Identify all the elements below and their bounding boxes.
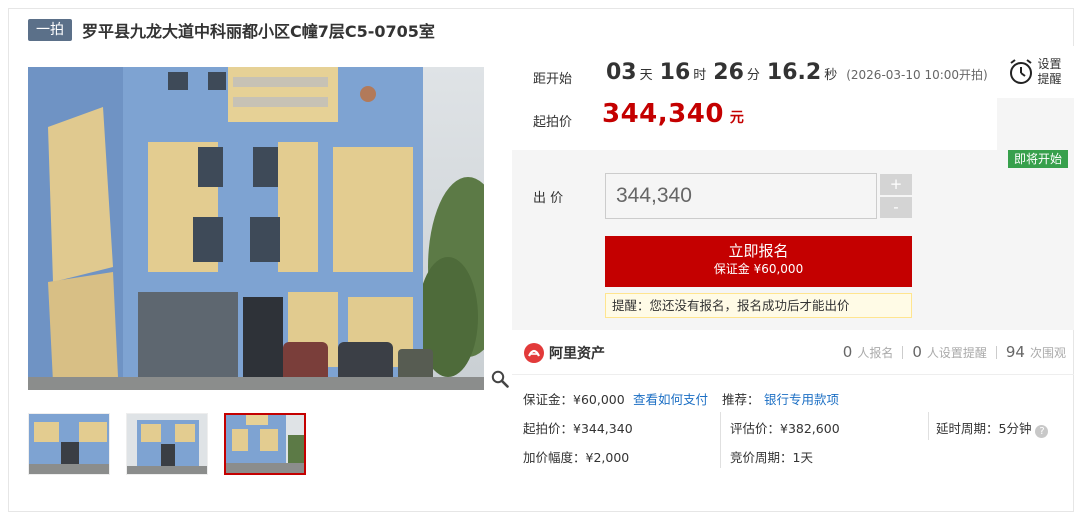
- thumbnail-1-image: [29, 414, 109, 474]
- countdown-label: 距开始: [533, 72, 573, 87]
- start-time-note: (2026-03-10 10:00开拍): [846, 68, 988, 82]
- how-to-pay-link[interactable]: 查看如何支付: [633, 389, 708, 408]
- extension-period-info: 延时周期：5分钟?: [936, 418, 1049, 438]
- appraisal-price-info: 评估价：¥382,600: [730, 421, 840, 436]
- thumbnail-2-image: [127, 414, 207, 474]
- status-badge: 即将开始: [1008, 150, 1069, 168]
- signup-count-label: 人报名: [857, 346, 894, 360]
- countdown-timer: 03 天 16 时 26 分 16.2 秒 (2026-03-10 10:00开…: [606, 60, 988, 85]
- signup-button-label: 立即报名: [728, 242, 789, 260]
- page-title: 罗平县九龙大道中科丽都小区C幢7层C5-0705室: [82, 22, 435, 41]
- building-photo: [28, 67, 484, 390]
- question-icon[interactable]: ?: [1035, 425, 1049, 438]
- detail-divider: [928, 412, 929, 440]
- magnifier-icon[interactable]: [491, 370, 509, 388]
- platform-row: 阿里资产 0 人报名 0 人设置提醒 94 次围观: [512, 333, 1074, 375]
- title-bar: 一拍 罗平县九龙大道中科丽都小区C幢7层C5-0705室: [28, 18, 435, 42]
- thumbnail-3-selected[interactable]: [224, 413, 306, 475]
- bid-amount-input[interactable]: 344,340: [605, 173, 877, 219]
- platform-logo[interactable]: 阿里资产: [524, 343, 605, 363]
- signup-count: 0: [842, 343, 853, 361]
- reminder-count: 0: [912, 343, 922, 361]
- extension-period-text: 延时周期：5分钟: [936, 421, 1032, 436]
- bid-period-info: 竞价周期：1天: [730, 450, 813, 465]
- countdown-seconds-unit: 秒: [824, 68, 838, 83]
- starting-price-label: 起拍价: [533, 115, 573, 130]
- increment-info: 加价幅度：¥2,000: [523, 450, 630, 465]
- detail-divider: [720, 412, 721, 468]
- reminder-label-line2: 提醒: [1037, 72, 1062, 86]
- signup-button[interactable]: 立即报名 保证金 ¥60,000: [605, 236, 912, 287]
- reminder-label-line1: 设置: [1037, 57, 1062, 71]
- round-badge: 一拍: [28, 19, 72, 41]
- start-price-info: 起拍价：¥344,340: [523, 421, 633, 436]
- countdown-minutes: 26: [713, 60, 744, 85]
- stat-divider: [902, 345, 904, 359]
- bid-label: 出 价: [533, 191, 564, 206]
- auction-stats: 0 人报名 0 人设置提醒 94 次围观: [843, 343, 1066, 361]
- thumbnail-1[interactable]: [28, 413, 110, 475]
- countdown-hours-unit: 时: [693, 68, 707, 83]
- deposit-info: 保证金：¥60,000: [523, 392, 625, 407]
- increase-bid-button[interactable]: +: [880, 174, 912, 195]
- starting-price: 344,340 元: [602, 99, 744, 129]
- thumbnail-3-image: [226, 415, 304, 473]
- bank-payment-link[interactable]: 银行专用款项: [764, 389, 839, 408]
- countdown-days: 03: [606, 60, 637, 85]
- reminder-count-label: 人设置提醒: [926, 346, 987, 360]
- ali-asset-logo-icon: [524, 343, 544, 363]
- platform-name: 阿里资产: [549, 346, 605, 362]
- thumbnail-strip: [28, 413, 322, 475]
- alarm-clock-icon: [1009, 59, 1032, 84]
- recommend-label: 推荐：: [722, 392, 760, 407]
- stat-divider: [995, 345, 997, 359]
- main-photo[interactable]: [28, 67, 484, 390]
- thumbnail-2[interactable]: [126, 413, 208, 475]
- view-count-label: 次围观: [1029, 346, 1066, 360]
- reminder-label: 设置 提醒: [1038, 57, 1064, 87]
- set-reminder-button[interactable]: 设置 提醒: [997, 46, 1074, 98]
- view-count: 94: [1005, 343, 1025, 361]
- signup-tip: 提醒：您还没有报名，报名成功后才能出价: [605, 293, 912, 318]
- starting-price-unit: 元: [729, 110, 744, 126]
- signup-deposit-label: 保证金 ¥60,000: [713, 262, 804, 276]
- countdown-minutes-unit: 分: [746, 68, 760, 83]
- countdown-hours: 16: [659, 60, 691, 85]
- decrease-bid-button[interactable]: -: [880, 197, 912, 218]
- countdown-seconds: 16.2: [766, 60, 822, 85]
- countdown-days-unit: 天: [639, 68, 653, 83]
- starting-price-value: 344,340: [602, 99, 724, 129]
